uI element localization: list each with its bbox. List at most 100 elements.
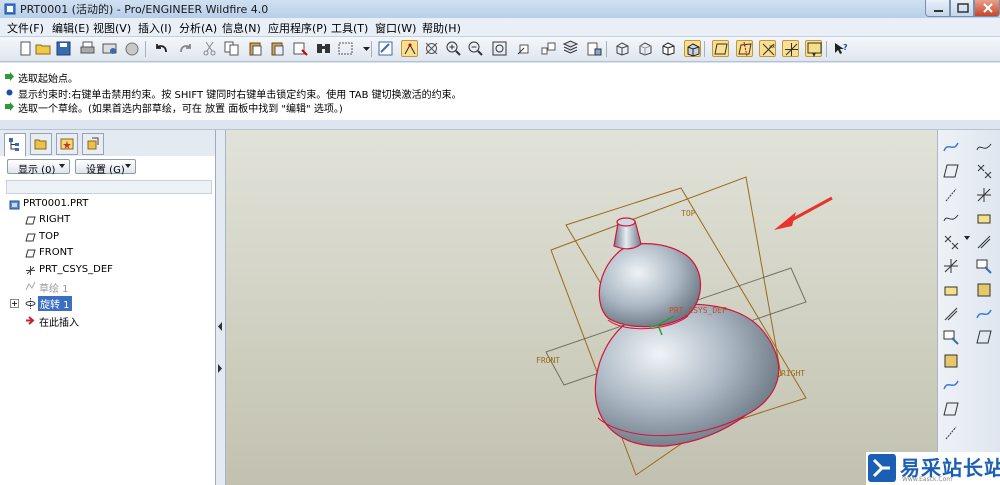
show-dropdown[interactable]: 显示 (0) xyxy=(7,159,70,176)
select-box-button[interactable] xyxy=(337,40,354,57)
model-view[interactable]: TOP FRONT RIGHT PRT_CSYS_DEF xyxy=(226,130,937,485)
style-icon xyxy=(977,187,991,202)
menu-window[interactable]: 窗口(W) xyxy=(375,20,416,36)
extrude-button[interactable] xyxy=(942,376,960,394)
menu-analysis[interactable]: 分析(A) xyxy=(179,20,217,36)
tab-connections[interactable] xyxy=(82,133,104,155)
minimize-button[interactable] xyxy=(925,0,950,17)
collapse-right-icon[interactable] xyxy=(218,364,223,373)
print-button[interactable] xyxy=(79,40,96,57)
tree-item-top[interactable]: TOP xyxy=(39,231,59,242)
chamfer-button[interactable] xyxy=(975,257,993,275)
cut-button[interactable] xyxy=(201,40,218,57)
menu-insert[interactable]: 插入(I) xyxy=(138,20,172,36)
point-icon xyxy=(944,235,959,250)
paste-icon xyxy=(249,42,262,56)
blend-button[interactable] xyxy=(975,138,993,156)
menu-help[interactable]: 帮助(H) xyxy=(422,20,461,36)
tree-item-right[interactable]: RIGHT xyxy=(39,214,70,225)
style-button[interactable] xyxy=(975,186,993,204)
no-hidden-icon xyxy=(662,42,675,56)
open-button[interactable] xyxy=(35,40,52,57)
dropdown-button[interactable] xyxy=(358,40,375,57)
graphics-viewport[interactable]: TOP FRONT RIGHT PRT_CSYS_DEF xyxy=(226,130,937,485)
menu-file[interactable]: 文件(F) xyxy=(7,20,44,36)
saved-views-button[interactable] xyxy=(540,40,557,57)
menu-applications[interactable]: 应用程序(P) xyxy=(268,20,327,36)
variable-sweep-button[interactable] xyxy=(942,424,960,442)
tab-model-tree[interactable] xyxy=(4,133,26,157)
csys-tool-button[interactable] xyxy=(942,257,960,275)
wireframe-button[interactable] xyxy=(614,40,631,57)
rib-button[interactable] xyxy=(975,328,993,346)
redo-button[interactable] xyxy=(177,40,194,57)
ribbon-button[interactable] xyxy=(942,305,960,323)
boundary-button[interactable] xyxy=(975,162,993,180)
menu-tools[interactable]: 工具(T) xyxy=(331,20,368,36)
sketch-tool-button[interactable] xyxy=(942,328,960,346)
revolve-tool-button[interactable] xyxy=(942,400,960,418)
tree-item-part[interactable]: PRT0001.PRT xyxy=(23,198,88,209)
layers-button[interactable] xyxy=(562,40,579,57)
regenerate-button[interactable] xyxy=(292,40,309,57)
hole-button[interactable] xyxy=(975,209,993,227)
send-button[interactable] xyxy=(101,40,118,57)
spin-center-button[interactable] xyxy=(423,40,440,57)
datum-planes-button[interactable] xyxy=(712,40,729,57)
plane-button[interactable] xyxy=(942,162,960,180)
gourd-lower-bulb[interactable] xyxy=(594,303,780,447)
panel-splitter[interactable] xyxy=(216,130,226,485)
point-button[interactable] xyxy=(942,233,960,251)
datum-points-button[interactable]: xx xyxy=(759,40,776,57)
paste-special-button[interactable] xyxy=(269,40,286,57)
tree-item-revolve-selected[interactable]: 旋转 1 xyxy=(38,296,72,311)
menu-edit[interactable]: 编辑(E) xyxy=(52,20,90,36)
collapse-left-icon[interactable] xyxy=(218,322,223,331)
tree-item-csys[interactable]: PRT_CSYS_DEF xyxy=(39,264,113,275)
tab-favorites[interactable] xyxy=(56,133,78,155)
copy-button[interactable] xyxy=(223,40,240,57)
find-button[interactable] xyxy=(315,40,332,57)
erase-button[interactable] xyxy=(124,40,141,57)
maximize-button[interactable] xyxy=(950,0,974,17)
draft-button[interactable] xyxy=(975,305,993,323)
paste-button[interactable] xyxy=(247,40,264,57)
shading-button[interactable] xyxy=(684,40,701,57)
datum-curve-button[interactable] xyxy=(942,138,960,156)
tree-item-insert-here[interactable]: 在此插入 xyxy=(39,314,79,329)
sketch-button[interactable] xyxy=(377,40,394,57)
zoom-out-button[interactable] xyxy=(467,40,484,57)
axis-button[interactable] xyxy=(942,186,960,204)
erase-icon xyxy=(125,42,139,56)
hidden-line-button[interactable] xyxy=(637,40,654,57)
csys-button[interactable] xyxy=(782,40,799,57)
gourd-neck-top[interactable] xyxy=(616,217,636,227)
save-button[interactable] xyxy=(55,40,72,57)
whats-this-button[interactable]: ? xyxy=(832,40,849,57)
datum-axes-button[interactable] xyxy=(736,40,753,57)
close-button[interactable] xyxy=(974,0,1000,17)
toolbar-separator xyxy=(826,41,827,57)
analysis-button[interactable] xyxy=(942,281,960,299)
insert-mode-button[interactable] xyxy=(942,352,960,370)
new-button[interactable] xyxy=(17,40,34,57)
undo-button[interactable] xyxy=(153,40,170,57)
settings-dropdown[interactable]: 设置 (G) xyxy=(75,159,136,176)
tree-item-front[interactable]: FRONT xyxy=(39,247,73,258)
select-sketch-button[interactable] xyxy=(401,40,418,57)
flyout-arrow-icon[interactable] xyxy=(964,236,970,241)
round-button[interactable] xyxy=(975,233,993,251)
zoom-in-button[interactable] xyxy=(445,40,462,57)
orient-button[interactable] xyxy=(516,40,533,57)
appearance-button[interactable] xyxy=(586,40,603,57)
shell-button[interactable] xyxy=(975,281,993,299)
annotation-button[interactable] xyxy=(805,40,822,57)
no-hidden-button[interactable] xyxy=(660,40,677,57)
tab-folder-browser[interactable] xyxy=(30,133,52,155)
tree-item-sketch[interactable]: 草绘 1 xyxy=(39,280,69,295)
menu-view[interactable]: 视图(V) xyxy=(93,20,131,36)
refit-button[interactable] xyxy=(491,40,508,57)
expand-icon[interactable] xyxy=(10,299,19,308)
sketched-curve-button[interactable] xyxy=(942,209,960,227)
menu-info[interactable]: 信息(N) xyxy=(222,20,261,36)
